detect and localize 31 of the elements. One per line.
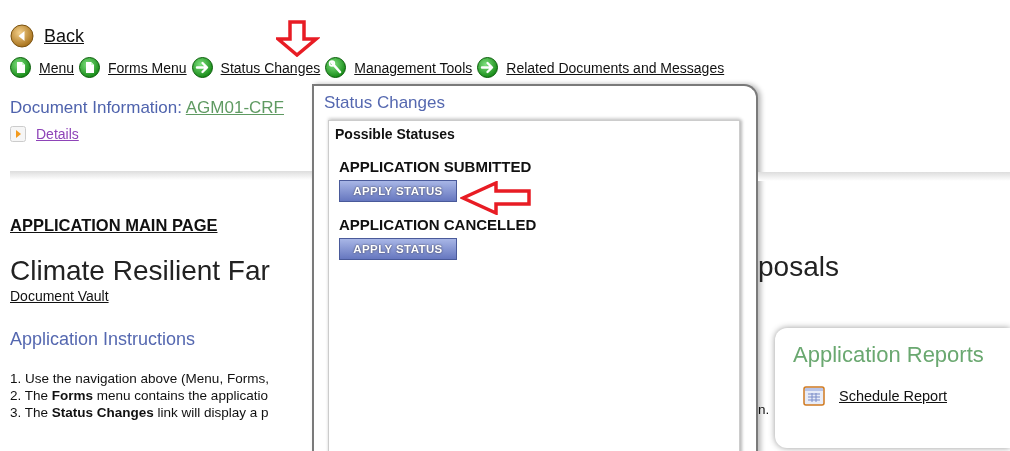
status-label: APPLICATION SUBMITTED (339, 158, 533, 175)
nav-link[interactable]: Management Tools (354, 59, 473, 76)
back-icon (10, 24, 34, 48)
wrench-icon (325, 57, 347, 78)
schedule-report-link[interactable]: Schedule Report (839, 388, 947, 404)
instruction-line: 3. The Status Changes link will display a p (10, 404, 270, 421)
page-heading: APPLICATION MAIN PAGE (10, 216, 218, 235)
popup-title: Status Changes (323, 92, 445, 113)
status-label: APPLICATION CANCELLED (339, 216, 538, 233)
nav-link[interactable]: Status Changes (220, 59, 321, 76)
section-heading: Possible Statuses (335, 126, 455, 142)
instructions-heading: Application Instructions (10, 329, 196, 349)
instruction-line: 1. Use the navigation above (Menu, Forms, (10, 370, 270, 387)
instruction-line: n. (758, 402, 770, 417)
nav-link[interactable]: Menu (39, 59, 75, 76)
page-icon (79, 57, 101, 78)
document-vault-link[interactable]: Document Vault (10, 288, 109, 304)
application-title: Climate Resilient Far (10, 255, 271, 287)
details-link[interactable]: Details (36, 126, 79, 142)
document-info-label: Document Information: (10, 98, 182, 117)
nav-link[interactable]: Related Documents and Messages (506, 59, 725, 76)
instruction-line: 2. The Forms menu contains the applicatio (10, 387, 269, 404)
calendar-icon (803, 386, 825, 406)
page-icon (10, 57, 31, 78)
back-link[interactable]: Back (44, 25, 85, 47)
application-title: posals (758, 251, 839, 283)
left-arrow (460, 181, 531, 215)
down-arrow (276, 20, 320, 57)
expand-icon (10, 126, 26, 142)
reports-title: Application Reports (793, 342, 984, 368)
nav-link[interactable]: Forms Menu (108, 59, 187, 76)
